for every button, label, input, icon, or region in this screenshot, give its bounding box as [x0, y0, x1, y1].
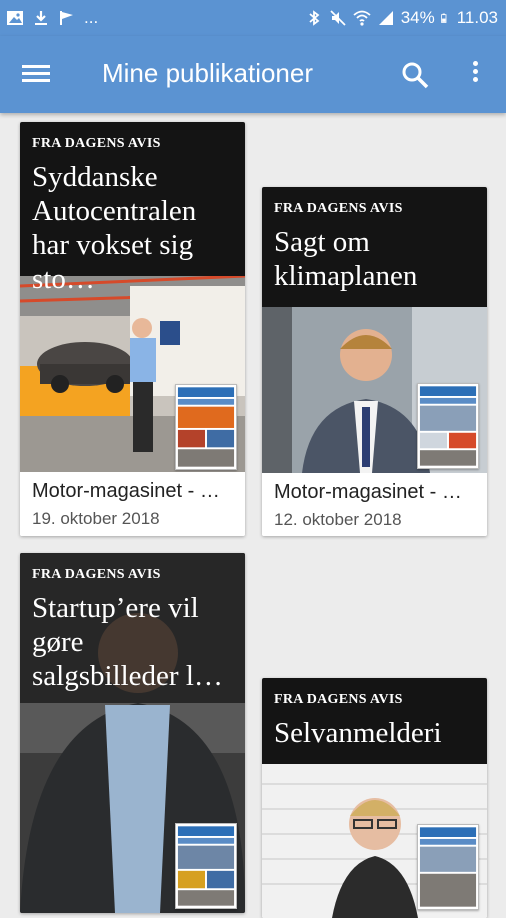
- hamburger-menu-icon[interactable]: [22, 61, 58, 91]
- app-bar: Mine publikationer: [0, 36, 506, 113]
- card-headline: Syddanske Autocentralen har vokset sig s…: [32, 161, 197, 295]
- card-headline: Sagt om klimaplanen: [274, 226, 418, 292]
- status-bar: ... 34% 11.03: [0, 0, 506, 36]
- magazine-cover-thumbnail: [417, 383, 479, 469]
- status-more-text: ...: [84, 8, 99, 27]
- bluetooth-icon: [309, 10, 320, 26]
- wifi-icon: [353, 10, 371, 26]
- publication-card[interactable]: FRA DAGENS AVIS Syddanske Autocentralen …: [20, 122, 245, 536]
- mute-icon: [330, 10, 346, 26]
- magazine-cover-thumbnail: [417, 824, 479, 910]
- clock: 11.03: [456, 8, 498, 27]
- status-right: 34% 11.03: [305, 8, 498, 28]
- card-source: Motor-magasinet - …: [32, 480, 220, 502]
- card-date: 12. oktober 2018: [274, 510, 402, 529]
- page-title: Mine publikationer: [102, 58, 314, 88]
- magazine-cover-thumbnail: [175, 384, 237, 470]
- flag-icon: [60, 11, 73, 25]
- card-kicker: FRA DAGENS AVIS: [274, 201, 403, 216]
- publication-card[interactable]: FRA DAGENS AVIS Startup’ere vil gøre sal…: [20, 553, 245, 913]
- signal-icon: [378, 11, 393, 25]
- card-meta: Motor-magasinet - … 12. oktober 2018: [262, 473, 487, 536]
- card-kicker: FRA DAGENS AVIS: [32, 136, 161, 151]
- card-date: 19. oktober 2018: [32, 509, 160, 528]
- card-header: FRA DAGENS AVIS Selvanmelderi: [262, 678, 487, 764]
- battery-percent: 34%: [400, 8, 435, 27]
- more-vert-icon[interactable]: [464, 58, 486, 92]
- status-left: ...: [6, 8, 98, 28]
- card-headline: Selvanmelderi: [274, 717, 442, 749]
- battery-icon: [440, 13, 447, 23]
- magazine-cover-thumbnail: [175, 823, 237, 909]
- publication-card[interactable]: FRA DAGENS AVIS Sagt om klimaplanen Moto…: [262, 187, 487, 536]
- card-kicker: FRA DAGENS AVIS: [274, 692, 403, 707]
- card-kicker: FRA DAGENS AVIS: [32, 567, 161, 582]
- card-header: FRA DAGENS AVIS Sagt om klimaplanen: [262, 187, 487, 307]
- card-source: Motor-magasinet - …: [274, 481, 462, 503]
- card-headline: Startup’ere vil gøre salgsbilleder l…: [32, 592, 223, 692]
- publication-card[interactable]: FRA DAGENS AVIS Selvanmelderi: [262, 678, 487, 918]
- card-header: FRA DAGENS AVIS Syddanske Autocentralen …: [20, 122, 245, 295]
- card-header: FRA DAGENS AVIS Startup’ere vil gøre sal…: [20, 553, 245, 703]
- card-meta: Motor-magasinet - … 19. oktober 2018: [20, 472, 245, 536]
- search-icon[interactable]: [398, 58, 432, 92]
- download-icon: [35, 11, 47, 25]
- image-icon: [7, 11, 23, 25]
